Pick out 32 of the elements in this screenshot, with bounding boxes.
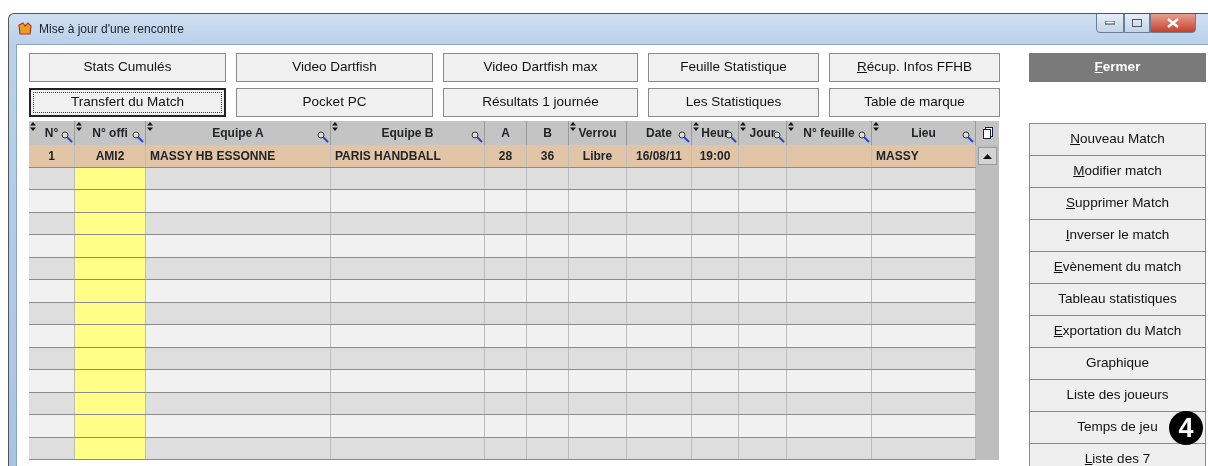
action-button[interactable]: Inverser le match xyxy=(1029,219,1206,252)
toolbar-button[interactable]: Video Dartfish xyxy=(236,53,433,82)
table-cell: 28 xyxy=(485,145,527,167)
toolbar-button[interactable]: Pocket PC xyxy=(236,88,433,117)
action-button[interactable]: Tableau statistiques xyxy=(1029,283,1206,316)
toolbar-button[interactable]: Video Dartfish max xyxy=(443,53,638,82)
toolbar-button[interactable]: Transfert du Match xyxy=(29,88,226,117)
table-cell: 19:00 xyxy=(692,145,739,167)
action-button[interactable]: Supprimer Match xyxy=(1029,187,1206,220)
table-cell: MASSY HB ESSONNE xyxy=(146,145,331,167)
toolbar-button[interactable]: Table de marque xyxy=(829,88,1000,117)
table-cell: 16/08/11 xyxy=(627,145,692,167)
close-window-button[interactable]: Fermer xyxy=(1029,53,1206,82)
table-cell: PARIS HANDBALL xyxy=(331,145,485,167)
action-button[interactable]: Graphique xyxy=(1029,347,1206,380)
toolbar-button[interactable]: Résultats 1 journée xyxy=(443,88,638,117)
table-cell: Libre xyxy=(569,145,627,167)
action-button[interactable]: Liste des 7 xyxy=(1029,443,1206,466)
toolbar-button[interactable]: Stats Cumulés xyxy=(29,53,226,82)
table-cell: AMI2 xyxy=(75,145,146,167)
action-button[interactable]: Modifier match xyxy=(1029,155,1206,188)
window-title: Mise à jour d'une rencontre xyxy=(39,21,185,38)
action-button[interactable]: Liste des joueurs xyxy=(1029,379,1206,412)
action-button[interactable]: Nouveau Match xyxy=(1029,123,1206,156)
action-button[interactable]: Exportation du Match xyxy=(1029,315,1206,348)
table-cell: 1 xyxy=(29,145,75,167)
table-cell: 36 xyxy=(527,145,569,167)
toolbar-button[interactable]: Les Statistiques xyxy=(648,88,819,117)
toolbar-button[interactable]: Récup. Infos FFHB xyxy=(829,53,1000,82)
table-row[interactable]: 1 AMI2 MASSY HB ESSONNE PARIS HANDBALL 28 36 Libre 16/08/11 19:00 MASSY xyxy=(29,145,976,168)
action-button[interactable]: Evènement du match xyxy=(1029,251,1206,284)
toolbar-button[interactable]: Feuille Statistique xyxy=(648,53,819,82)
